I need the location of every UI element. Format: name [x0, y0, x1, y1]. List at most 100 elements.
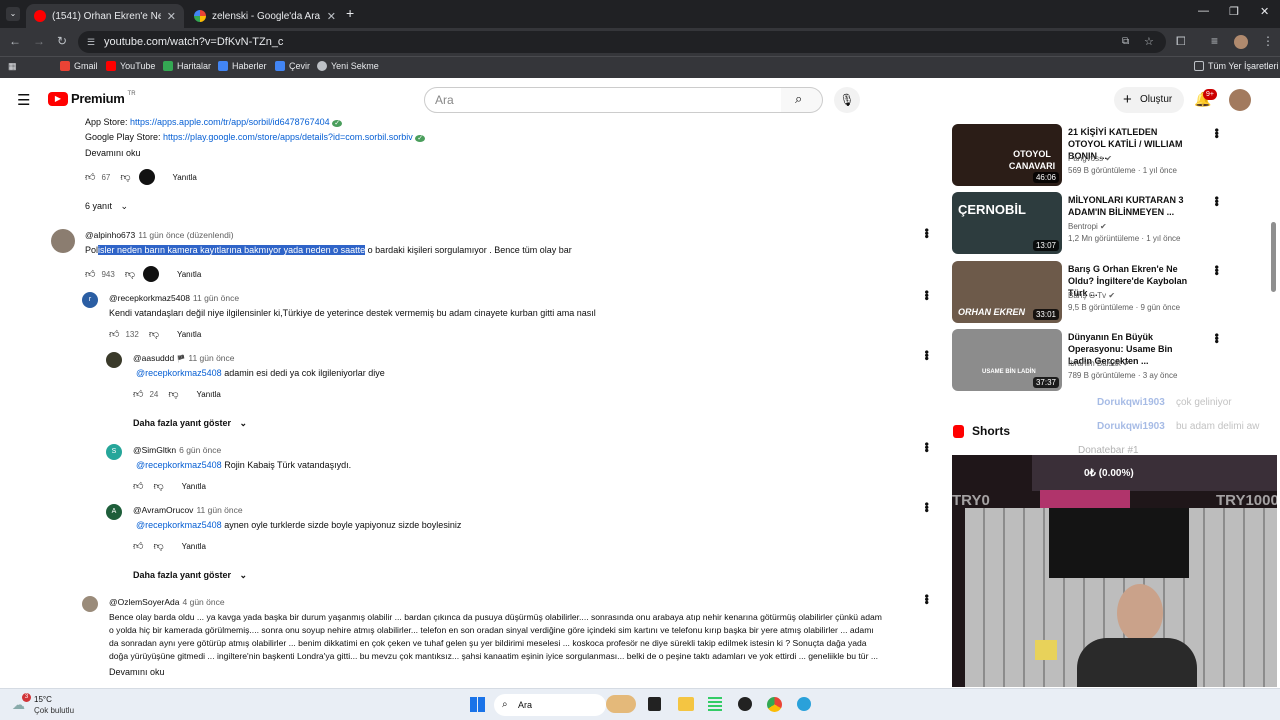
- profile-avatar[interactable]: [1234, 35, 1248, 49]
- reading-list-icon[interactable]: ≡: [1211, 34, 1218, 48]
- reply-button[interactable]: Yanıtla: [173, 173, 197, 182]
- comment-author[interactable]: @aasuddd: [133, 353, 174, 363]
- dislike-icon[interactable]: 👎︎: [153, 480, 163, 492]
- reply-button[interactable]: Yanıtla: [182, 482, 206, 491]
- video-thumbnail[interactable]: OTOYOL CANAVARI 46:06: [952, 124, 1062, 186]
- commenter-avatar[interactable]: r: [82, 292, 98, 308]
- app-icon-dark[interactable]: [738, 697, 752, 711]
- like-icon[interactable]: 👍︎: [133, 388, 143, 400]
- account-avatar[interactable]: [1229, 89, 1251, 111]
- apps-grid-icon[interactable]: ▦: [8, 61, 17, 72]
- reload-icon[interactable]: ↻: [57, 34, 67, 48]
- commenter-avatar[interactable]: S: [106, 444, 122, 460]
- comment-time[interactable]: 6 gün önce: [179, 445, 221, 455]
- bookmark-maps[interactable]: Haritalar: [163, 61, 211, 71]
- bookmark-gmail[interactable]: Gmail: [60, 61, 98, 71]
- bookmark-news[interactable]: Haberler: [218, 61, 267, 71]
- weather-desc[interactable]: Çok bulutlu: [34, 706, 74, 715]
- tab-youtube[interactable]: (1541) Orhan Ekren'e Ne Oldu? ✕: [26, 4, 184, 28]
- reply-button[interactable]: Yanıtla: [197, 390, 221, 399]
- dislike-icon[interactable]: 👎︎: [153, 540, 163, 552]
- dislike-icon[interactable]: 👎︎: [149, 328, 159, 340]
- comment-author[interactable]: @recepkorkmaz5408: [109, 293, 190, 303]
- comment-time[interactable]: 11 gün önce: [196, 505, 242, 515]
- video-thumbnail[interactable]: ÇERNOBİL 13:07: [952, 192, 1062, 254]
- minimize-window-button[interactable]: —: [1198, 5, 1209, 17]
- video-menu-icon[interactable]: •••: [1210, 333, 1224, 343]
- all-bookmarks[interactable]: Tüm Yer İşaretleri: [1194, 61, 1279, 71]
- create-button[interactable]: + Oluştur: [1114, 87, 1184, 113]
- comment-time[interactable]: 11 gün önce (düzenlendi): [138, 230, 233, 240]
- comment-time[interactable]: 11 gün önce: [188, 353, 234, 363]
- comment-menu-icon[interactable]: •••: [920, 442, 934, 452]
- bookmark-youtube[interactable]: YouTube: [106, 61, 155, 71]
- show-more-replies-button[interactable]: Daha fazla yanıt göster ⌄: [133, 418, 247, 429]
- maximize-window-button[interactable]: ❐: [1229, 5, 1239, 18]
- reply-button[interactable]: Yanıtla: [177, 330, 201, 339]
- taskbar-search[interactable]: ⌕ Ara: [494, 694, 606, 716]
- comment-menu-icon[interactable]: •••: [920, 350, 934, 360]
- close-tab-icon[interactable]: ✕: [327, 10, 336, 23]
- back-icon[interactable]: ←: [9, 34, 21, 48]
- video-title[interactable]: MİLYONLARI KURTARAN 3 ADAM'IN BİLİNMEYEN…: [1068, 194, 1193, 218]
- like-icon[interactable]: 👍︎: [133, 540, 143, 552]
- new-tab-button[interactable]: +: [346, 5, 354, 21]
- recommended-video[interactable]: ORHAN EKREN 33:01 Barış G Orhan Ekren'e …: [952, 261, 1224, 324]
- chrome-menu-icon[interactable]: ⋮: [1262, 34, 1274, 48]
- like-icon[interactable]: 👍︎: [133, 480, 143, 492]
- comment-author[interactable]: @OzlemSoyerAda: [109, 597, 180, 607]
- commenter-avatar[interactable]: [51, 229, 75, 253]
- video-channel[interactable]: Bentropi ✔: [1068, 222, 1107, 231]
- install-app-icon[interactable]: ⧉: [1122, 31, 1129, 53]
- bookmark-new-tab[interactable]: Yeni Sekme: [317, 61, 379, 71]
- video-menu-icon[interactable]: •••: [1210, 128, 1224, 138]
- video-menu-icon[interactable]: •••: [1210, 196, 1224, 206]
- voice-search-button[interactable]: 🎙: [834, 87, 860, 113]
- like-icon[interactable]: 👍︎: [85, 268, 95, 280]
- dislike-icon[interactable]: 👎︎: [125, 268, 135, 280]
- read-more-link[interactable]: Devamını oku: [85, 148, 141, 158]
- replies-toggle[interactable]: 6 yanıt ⌄: [85, 201, 128, 212]
- comment-menu-icon[interactable]: •••: [920, 290, 934, 300]
- task-view-icon[interactable]: [648, 697, 661, 711]
- mention-link[interactable]: @recepkorkmaz5408: [136, 520, 222, 530]
- commenter-avatar[interactable]: [82, 596, 98, 612]
- close-tab-icon[interactable]: ✕: [167, 10, 176, 23]
- tab-list-menu-icon[interactable]: ⌄: [6, 7, 20, 21]
- show-more-replies-button[interactable]: Daha fazla yanıt göster ⌄: [133, 570, 247, 581]
- recommended-video[interactable]: ÇERNOBİL 13:07 MİLYONLARI KURTARAN 3 ADA…: [952, 192, 1224, 255]
- file-explorer-icon[interactable]: [678, 697, 694, 711]
- bookmark-translate[interactable]: Çevir: [275, 61, 310, 71]
- video-channel[interactable]: Pangvoss ✔: [1068, 154, 1112, 163]
- search-button[interactable]: ⌕: [781, 87, 823, 113]
- shorts-shelf[interactable]: 0₺ (0.00%) TRY0 TRY1000: [952, 455, 1277, 687]
- video-menu-icon[interactable]: •••: [1210, 265, 1224, 275]
- address-bar[interactable]: ☰ youtube.com/watch?v=DfKvN-TZn_c ⧉ ☆: [78, 31, 1166, 53]
- youtube-logo[interactable]: ▶ Premium TR: [48, 91, 136, 106]
- weather-temp[interactable]: 15°C: [34, 695, 52, 704]
- comment-menu-icon[interactable]: •••: [920, 594, 934, 604]
- comment-time[interactable]: 11 gün önce: [193, 293, 239, 303]
- comment-menu-icon[interactable]: •••: [920, 502, 934, 512]
- mention-link[interactable]: @recepkorkmaz5408: [136, 460, 222, 470]
- right-column-scrollbar[interactable]: [1271, 222, 1276, 292]
- play-store-link[interactable]: https://play.google.com/store/apps/detai…: [163, 132, 413, 142]
- taskbar-widget-icon[interactable]: [606, 695, 636, 713]
- tab-google[interactable]: zelenski - Google'da Ara ✕: [186, 4, 344, 28]
- comment-menu-icon[interactable]: •••: [920, 228, 934, 238]
- recommended-video[interactable]: OTOYOL CANAVARI 46:06 21 KİŞİYİ KATLEDEN…: [952, 124, 1224, 187]
- app-icon-bars[interactable]: [708, 697, 722, 711]
- menu-icon[interactable]: ☰: [17, 91, 30, 109]
- commenter-avatar[interactable]: A: [106, 504, 122, 520]
- chrome-taskbar-icon[interactable]: [767, 697, 782, 712]
- comment-time[interactable]: 4 gün önce: [183, 597, 225, 607]
- reply-button[interactable]: Yanıtla: [177, 270, 201, 279]
- mention-link[interactable]: @recepkorkmaz5408: [136, 368, 222, 378]
- video-channel[interactable]: İbrahim Balsak ✔: [1068, 359, 1130, 368]
- like-icon[interactable]: 👍︎: [85, 171, 95, 183]
- app-store-link[interactable]: https://apps.apple.com/tr/app/sorbil/id6…: [130, 117, 330, 127]
- video-thumbnail[interactable]: USAME BİN LADİN 37:37: [952, 329, 1062, 391]
- extensions-icon[interactable]: ⧠: [1176, 34, 1186, 49]
- comment-author[interactable]: @AvramOrucov: [133, 505, 193, 515]
- reply-button[interactable]: Yanıtla: [182, 542, 206, 551]
